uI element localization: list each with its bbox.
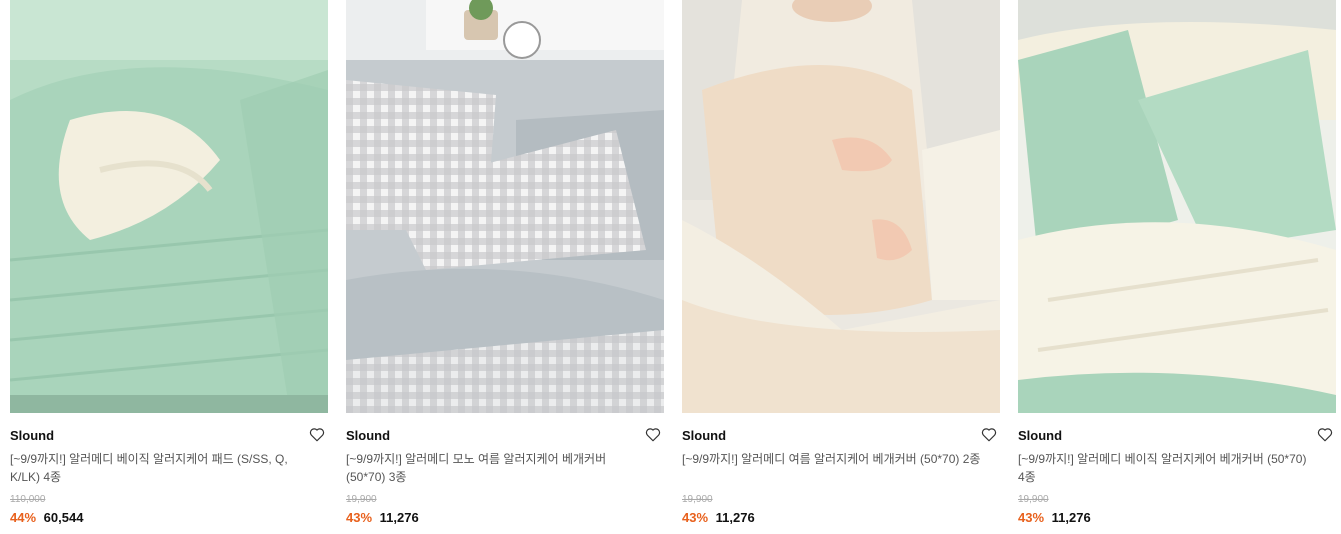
product-title[interactable]: [~9/9까지!] 알러메디 베이직 알러지케어 패드 (S/SS, Q, K/… (10, 450, 310, 486)
product-title[interactable]: [~9/9까지!] 알러메디 베이직 알러지케어 베개커버 (50*70) 4종 (1018, 450, 1318, 486)
mint-quilted-pad-photo (10, 0, 328, 413)
sale-price: 11,276 (1051, 510, 1091, 525)
beige-pillow-hug-photo (682, 0, 1000, 413)
product-card[interactable]: Slound [~9/9까지!] 알러메디 모노 여름 알러지케어 베개커버 (… (346, 0, 664, 534)
original-price: 19,900 (1018, 494, 1049, 505)
discount-rate: 43% (1018, 510, 1045, 525)
discount-rate: 43% (682, 510, 709, 525)
brand-name[interactable]: Slound (682, 428, 726, 443)
brand-name[interactable]: Slound (346, 428, 390, 443)
sale-price: 11,276 (715, 510, 755, 525)
sale-price: 60,544 (43, 510, 84, 525)
price-row: 43% 11,276 (346, 510, 419, 525)
product-title[interactable]: [~9/9까지!] 알러메디 모노 여름 알러지케어 베개커버 (50*70) … (346, 450, 646, 486)
discount-rate: 43% (346, 510, 373, 525)
discount-rate: 44% (10, 510, 37, 525)
original-price: 110,000 (10, 494, 46, 505)
gray-gingham-pillow-photo (346, 0, 664, 413)
heart-icon[interactable] (644, 425, 662, 443)
product-image[interactable] (10, 0, 328, 413)
heart-icon[interactable] (980, 425, 998, 443)
heart-icon[interactable] (1316, 425, 1334, 443)
brand-name[interactable]: Slound (10, 428, 54, 443)
original-price: 19,900 (346, 494, 377, 505)
mint-ivory-pillow-photo (1018, 0, 1336, 413)
sale-price: 11,276 (379, 510, 419, 525)
product-card[interactable]: Slound [~9/9까지!] 알러메디 베이직 알러지케어 베개커버 (50… (1018, 0, 1336, 534)
product-title[interactable]: [~9/9까지!] 알러메디 여름 알러지케어 베개커버 (50*70) 2종 (682, 450, 982, 468)
product-grid: Slound [~9/9까지!] 알러메디 베이직 알러지케어 패드 (S/SS… (10, 0, 1341, 534)
price-row: 43% 11,276 (1018, 510, 1091, 525)
price-row: 44% 60,544 (10, 510, 83, 525)
price-row: 43% 11,276 (682, 510, 755, 525)
brand-name[interactable]: Slound (1018, 428, 1062, 443)
heart-icon[interactable] (308, 425, 326, 443)
product-image[interactable] (682, 0, 1000, 413)
product-card[interactable]: Slound [~9/9까지!] 알러메디 베이직 알러지케어 패드 (S/SS… (10, 0, 328, 534)
product-image[interactable] (1018, 0, 1336, 413)
original-price: 19,900 (682, 494, 713, 505)
product-card[interactable]: Slound [~9/9까지!] 알러메디 여름 알러지케어 베개커버 (50*… (682, 0, 1000, 534)
product-image[interactable] (346, 0, 664, 413)
